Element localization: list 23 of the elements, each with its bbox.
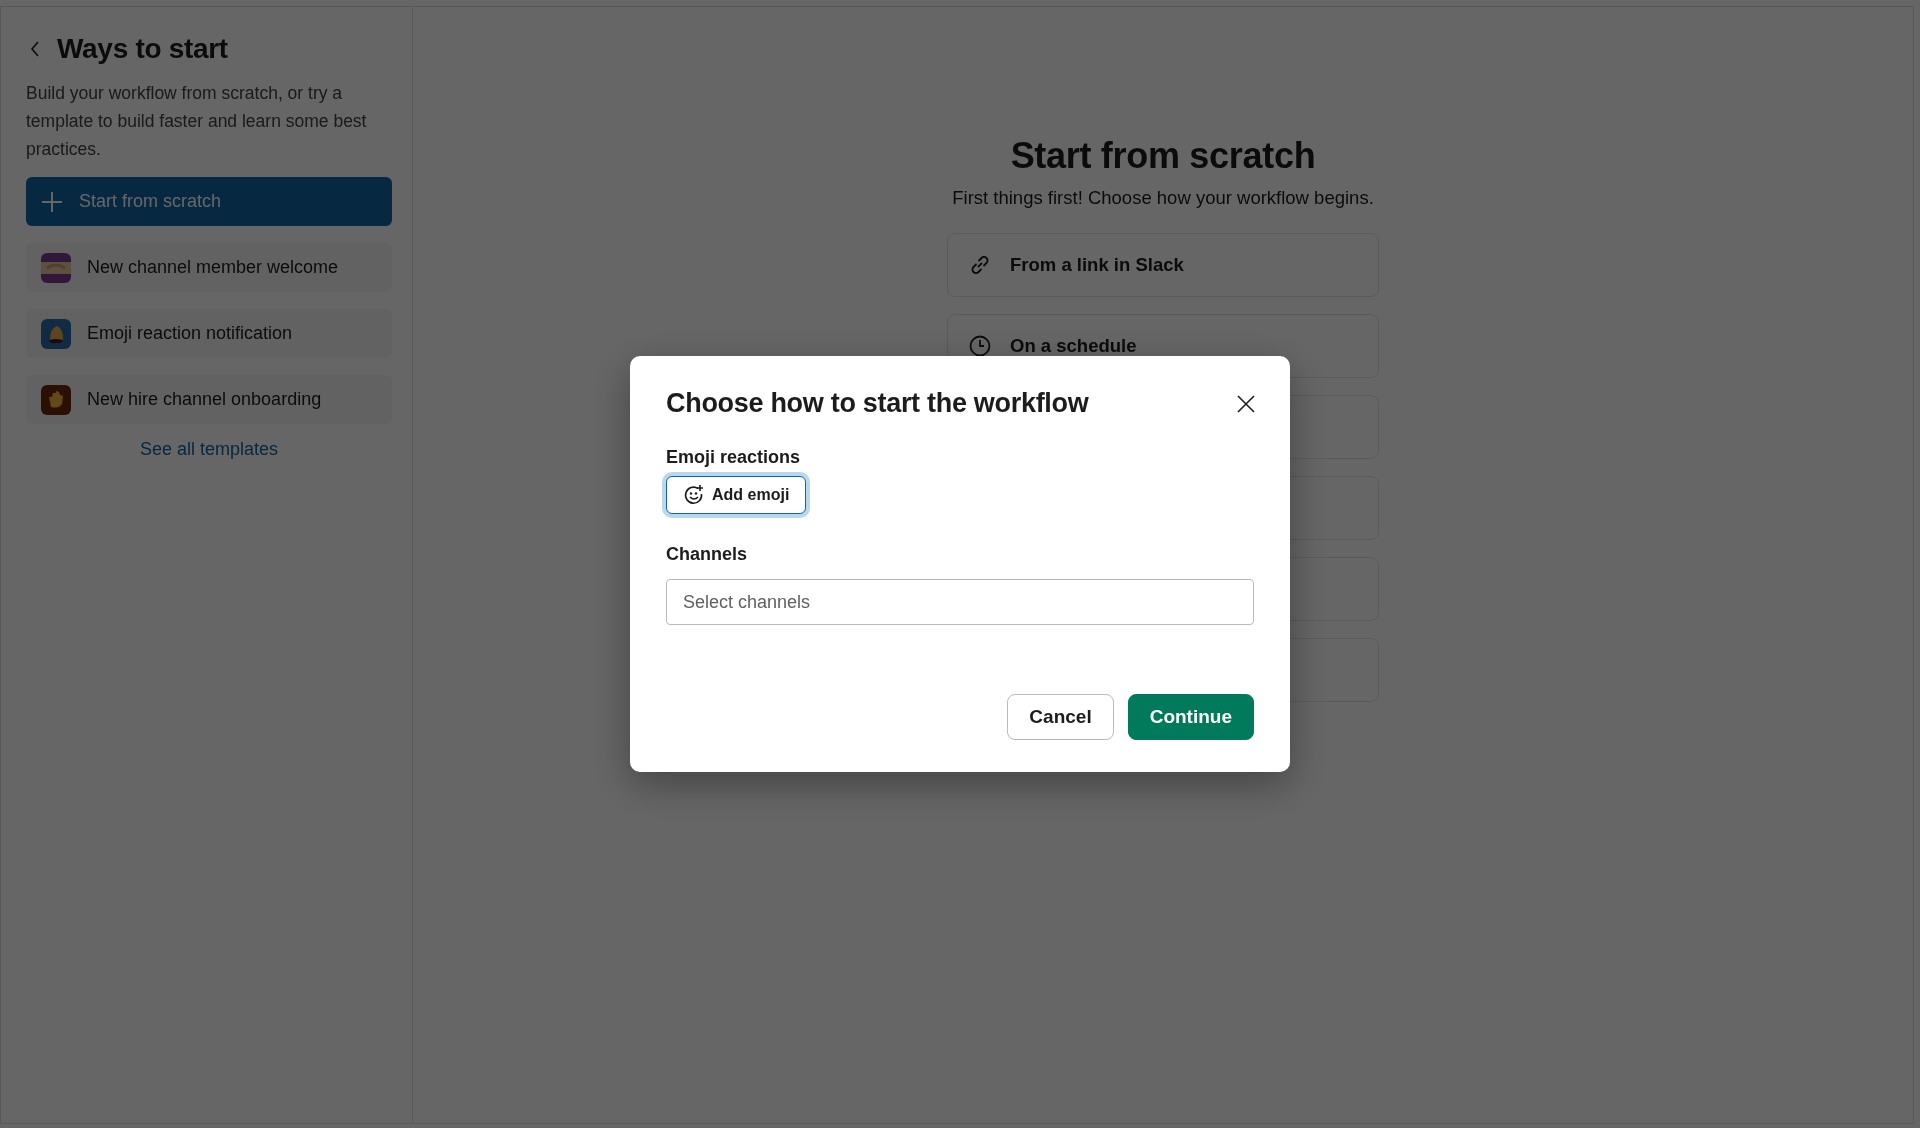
sidebar-description: Build your workflow from scratch, or try a template to build faster and learn some best practices. bbox=[26, 82, 368, 161]
clock-icon bbox=[968, 334, 992, 358]
template-item[interactable]: New hire channel onboarding bbox=[26, 375, 392, 424]
start-from-scratch-button[interactable]: Start from scratch bbox=[26, 177, 392, 226]
close-icon bbox=[1236, 393, 1256, 414]
dialog-title: Choose how to start the workflow bbox=[666, 388, 1089, 419]
template-item[interactable]: New channel member welcome bbox=[26, 243, 392, 292]
continue-button[interactable]: Continue bbox=[1127, 694, 1254, 740]
template-item[interactable]: Emoji reaction notification bbox=[26, 309, 392, 358]
field-label: Channels bbox=[666, 544, 749, 565]
bell-icon bbox=[41, 318, 71, 349]
main-subtitle: First things first! Choose how your workflow begins. bbox=[952, 187, 1374, 209]
channels-select-field[interactable]: Select channels bbox=[666, 579, 1254, 625]
cancel-button[interactable]: Cancel bbox=[1007, 694, 1114, 740]
field-label: Emoji reactions bbox=[666, 447, 802, 468]
main-title: Start from scratch bbox=[1010, 135, 1316, 177]
see-all-templates-link[interactable]: See all templates bbox=[139, 439, 279, 460]
emoji-add-icon bbox=[683, 484, 705, 506]
plus-icon bbox=[41, 190, 63, 213]
handshake-icon bbox=[41, 252, 71, 283]
trigger-option[interactable]: From a link in Slack bbox=[947, 233, 1379, 297]
sidebar-title: Ways to start bbox=[57, 33, 228, 65]
waving-hand-icon bbox=[41, 384, 71, 415]
